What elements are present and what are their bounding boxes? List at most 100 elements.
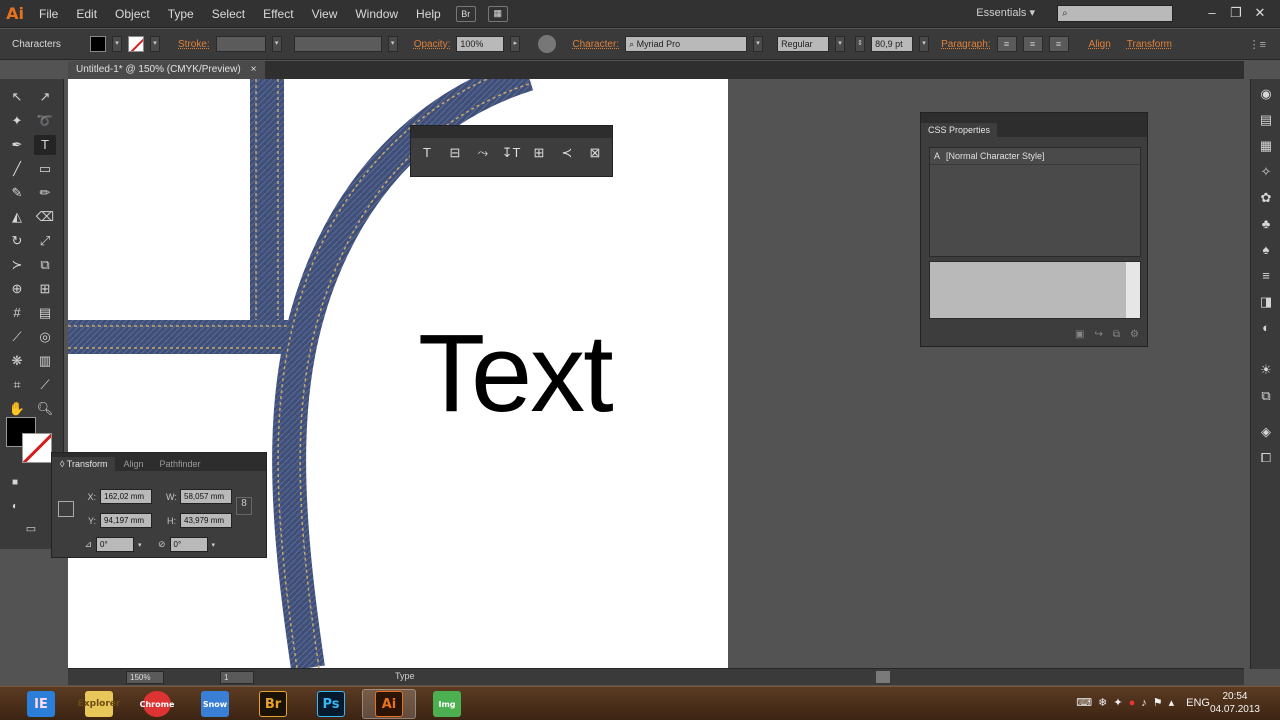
rectangle-tool-icon[interactable]: ▭ <box>34 159 56 179</box>
touch-type-icon[interactable]: ⊠ <box>583 142 607 164</box>
menu-window[interactable]: Window <box>346 0 407 28</box>
perspective-grid-tool-icon[interactable]: ⊞ <box>34 279 56 299</box>
taskbar-bridge[interactable]: Br <box>246 689 300 719</box>
scrollbar[interactable] <box>1126 262 1140 318</box>
generate-css-icon[interactable]: ↪ <box>1095 329 1103 340</box>
css-code-preview[interactable] <box>929 261 1141 319</box>
blend-tool-icon[interactable]: ◎ <box>34 327 56 347</box>
document-tab[interactable]: Untitled-1* @ 150% (CMYK/Preview) × <box>68 61 265 79</box>
css-properties-icon[interactable]: ✧ <box>1257 163 1275 181</box>
links-icon[interactable]: ⧉ <box>1257 387 1275 405</box>
clock[interactable]: 20:54 04.07.2013 <box>1210 690 1260 716</box>
fill-swatch[interactable] <box>90 36 106 52</box>
gradient-icon[interactable]: ◨ <box>1257 293 1275 311</box>
antivirus-icon[interactable]: ● <box>1129 697 1136 709</box>
vertical-area-type-icon[interactable]: ⊞ <box>527 142 551 164</box>
character-link[interactable]: Character: <box>572 39 619 50</box>
stroke-swatch[interactable] <box>128 36 144 52</box>
align-left-button[interactable]: ≡ <box>996 36 1017 52</box>
arrange-documents-button[interactable]: ▦ <box>487 5 508 22</box>
shape-builder-tool-icon[interactable]: ⊕ <box>6 279 28 299</box>
stroke-color-box[interactable] <box>22 433 52 463</box>
draw-mode-icon[interactable]: ◐ <box>4 497 26 517</box>
align-right-button[interactable]: ≡ <box>1048 36 1069 52</box>
menu-file[interactable]: File <box>30 0 67 28</box>
rotate-dropdown[interactable]: ▾ <box>138 541 142 549</box>
vertical-path-type-icon[interactable]: ≺ <box>555 142 579 164</box>
fill-dropdown[interactable]: ▾ <box>112 36 122 52</box>
artwork-text[interactable]: Text <box>418 319 614 429</box>
height-field[interactable]: 43,979 mm <box>180 513 232 528</box>
bridge-button[interactable]: Br <box>455 5 476 22</box>
css-properties-tab[interactable]: CSS Properties <box>921 123 998 137</box>
type-on-path-icon[interactable]: T <box>415 142 439 164</box>
recolor-icon[interactable] <box>538 35 557 53</box>
taskbar-snow-app[interactable]: Snow <box>188 689 242 719</box>
free-transform-tool-icon[interactable]: ⧉ <box>34 255 56 275</box>
taskbar-photoshop[interactable]: Ps <box>304 689 358 719</box>
options-icon[interactable]: ⚙ <box>1130 329 1139 340</box>
copy-icon[interactable]: ⧉ <box>1113 329 1120 340</box>
menu-select[interactable]: Select <box>203 0 254 28</box>
stroke-color-dropdown[interactable]: ▾ <box>150 36 160 52</box>
symbol-sprayer-tool-icon[interactable]: ❋ <box>6 351 28 371</box>
line-tool-icon[interactable]: ╱ <box>6 159 28 179</box>
menu-type[interactable]: Type <box>159 0 203 28</box>
graphic-styles-icon[interactable]: ♠ <box>1257 241 1275 259</box>
tab-pathfinder[interactable]: Pathfinder <box>151 457 208 471</box>
font-size-field[interactable]: 80,9 pt <box>871 36 914 52</box>
selection-tool-icon[interactable]: ↖ <box>6 87 28 107</box>
close-window-icon[interactable]: ✕ <box>1250 4 1270 22</box>
slice-tool-icon[interactable]: ⟋ <box>34 375 56 395</box>
color-guide-icon[interactable]: ◉ <box>1257 85 1275 103</box>
stroke-link[interactable]: Stroke: <box>178 39 210 50</box>
font-size-dropdown[interactable]: ▾ <box>919 36 930 52</box>
pencil-tool-icon[interactable]: ✏ <box>34 183 56 203</box>
language-indicator[interactable]: ENG <box>1186 697 1210 709</box>
toolbar-header[interactable] <box>411 126 612 138</box>
x-field[interactable]: 162,02 mm <box>100 489 152 504</box>
transform-link[interactable]: Transform <box>1127 39 1172 50</box>
type-tool-icon[interactable]: T <box>34 135 56 155</box>
restore-icon[interactable]: ❐ <box>1226 4 1246 22</box>
paintbrush-tool-icon[interactable]: ✎ <box>6 183 28 203</box>
document-info-icon[interactable]: ▤ <box>1257 111 1275 129</box>
volume-icon[interactable]: ♪ <box>1141 697 1147 709</box>
list-item[interactable]: A [Normal Character Style] <box>930 148 1140 165</box>
font-family-dropdown[interactable]: ▾ <box>753 36 764 52</box>
width-tool-icon[interactable]: ≻ <box>6 255 28 275</box>
artboard-number-field[interactable]: 1 <box>220 671 254 684</box>
constrain-proportions-icon[interactable]: 8 <box>236 497 252 515</box>
keyboard-icon[interactable]: ⌨ <box>1076 696 1092 709</box>
taskbar-illustrator[interactable]: Ai <box>362 689 416 719</box>
reference-point-icon[interactable] <box>58 501 74 517</box>
variable-width-dropdown[interactable]: ▾ <box>387 36 398 52</box>
taskbar-image-viewer[interactable]: Img <box>420 689 474 719</box>
screen-mode-icon[interactable]: ▭ <box>20 519 42 539</box>
tab-transform[interactable]: ◊ Transform <box>52 457 116 471</box>
blob-brush-tool-icon[interactable]: ◭ <box>6 207 28 227</box>
show-hidden-icon[interactable]: ▴ <box>1169 696 1175 709</box>
menu-effect[interactable]: Effect <box>254 0 302 28</box>
workspace-switcher[interactable]: Essentials ▾ <box>976 6 1035 19</box>
opacity-link[interactable]: Opacity: <box>414 39 451 50</box>
font-style-field[interactable]: Regular <box>777 36 830 52</box>
zoom-field[interactable]: 150% <box>126 671 164 684</box>
magic-wand-tool-icon[interactable]: ✦ <box>6 111 28 131</box>
artboard-tool-icon[interactable]: ⌗ <box>6 375 28 395</box>
opacity-dropdown[interactable]: ▸ <box>510 36 521 52</box>
width-field[interactable]: 58,057 mm <box>180 489 232 504</box>
font-style-dropdown[interactable]: ▾ <box>835 36 846 52</box>
stroke-icon[interactable]: ≡ <box>1257 267 1275 285</box>
opacity-field[interactable]: 100% <box>456 36 505 52</box>
menu-object[interactable]: Object <box>106 0 159 28</box>
symbols-icon[interactable]: ♣ <box>1257 215 1275 233</box>
zoom-tool-icon[interactable]: 🔍︎ <box>34 399 56 419</box>
vertical-type-icon[interactable]: ↧T <box>499 142 523 164</box>
stroke-weight-dropdown[interactable]: ▾ <box>271 36 282 52</box>
align-link[interactable]: Align <box>1089 39 1111 50</box>
transparency-icon[interactable]: ◐ <box>1257 319 1275 337</box>
horizontal-scrollbar[interactable] <box>876 671 890 683</box>
artboards-icon[interactable]: ⧠ <box>1257 449 1275 467</box>
shear-dropdown[interactable]: ▾ <box>212 541 216 549</box>
